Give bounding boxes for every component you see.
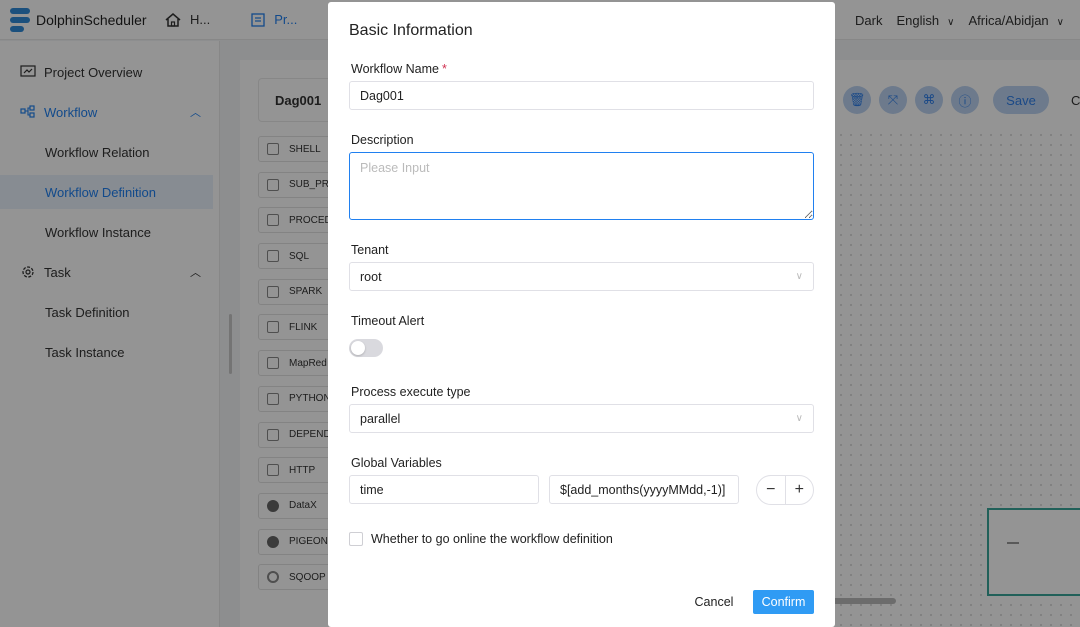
required-mark: * [441, 62, 447, 76]
description-input[interactable] [349, 152, 814, 220]
timeout-alert-switch[interactable] [349, 339, 383, 357]
online-checkbox-label: Whether to go online the workflow defini… [371, 532, 613, 546]
chevron-down-icon: ∨ [795, 271, 803, 282]
workflow-name-input[interactable]: Dag001 [349, 81, 814, 110]
global-variable-stepper: − + [756, 475, 814, 505]
timeout-alert-label: Timeout Alert [351, 314, 425, 328]
global-variables-label: Global Variables [351, 456, 442, 470]
process-execute-type-select[interactable]: parallel ∨ [349, 404, 814, 433]
online-checkbox-row[interactable]: Whether to go online the workflow defini… [349, 532, 613, 546]
process-execute-type-label: Process execute type [351, 385, 471, 399]
description-label: Description [351, 133, 414, 147]
tenant-value: root [360, 269, 382, 284]
remove-variable-button[interactable]: − [757, 476, 785, 504]
chevron-down-icon: ∨ [795, 413, 803, 424]
basic-information-modal: Basic Information Workflow Name * Dag001 … [328, 2, 835, 627]
global-variable-key-input[interactable]: time [349, 475, 539, 504]
online-checkbox[interactable] [349, 532, 363, 546]
tenant-select[interactable]: root ∨ [349, 262, 814, 291]
cancel-button[interactable]: Cancel [688, 590, 740, 614]
switch-knob [351, 341, 365, 355]
workflow-name-label-text: Workflow Name [351, 62, 439, 76]
global-variable-value-input[interactable]: $[add_months(yyyyMMdd,-1)] [549, 475, 739, 504]
add-variable-button[interactable]: + [784, 476, 814, 504]
modal-title: Basic Information [349, 22, 473, 39]
process-execute-type-value: parallel [360, 411, 401, 426]
confirm-button[interactable]: Confirm [753, 590, 814, 614]
workflow-name-label: Workflow Name * [351, 62, 447, 76]
tenant-label: Tenant [351, 243, 389, 257]
